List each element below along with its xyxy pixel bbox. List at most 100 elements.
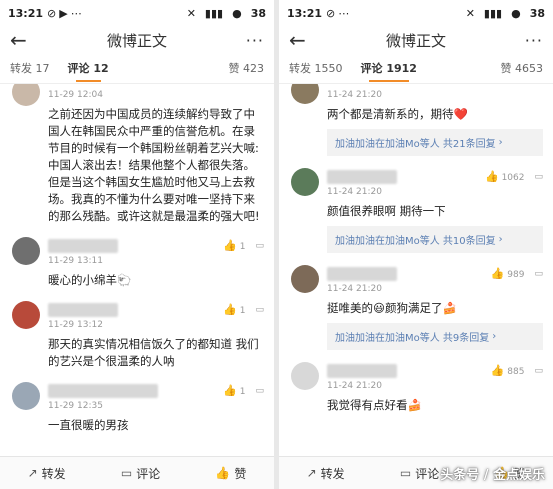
dots-icon: ⋯: [70, 6, 82, 20]
like-count: 989: [507, 270, 525, 280]
avatar[interactable]: [12, 237, 40, 265]
like-button[interactable]: 👍 1: [223, 239, 245, 252]
thumb-up-icon: 👍: [223, 384, 237, 397]
left-phone-screen: 13:21 ⊘ ▶ ⋯ ✕ ▮▮▮ ● 38 ← 微博正文 ··· 转发 17 …: [0, 0, 274, 489]
status-bar: 13:21 ⊘ ⋯ ✕ ▮▮▮ ● 38: [279, 0, 553, 26]
signal-icon: ▮▮▮: [204, 6, 224, 20]
comment-actions: 👍 1062 ▭: [485, 170, 543, 183]
repost-button[interactable]: ↗ 转发: [307, 465, 345, 482]
comment-time: 11-29 13:12: [48, 320, 103, 330]
comment-item[interactable]: 11-24 21:20 两个都是清新系的，期待❤️ 加油加油在加油Mo等人 共2…: [279, 84, 553, 162]
nav-bar: ← 微博正文 ···: [279, 26, 553, 54]
comment-item[interactable]: 11-24 21:20 👍 885 ▭ 我觉得有点好看🍰: [279, 356, 553, 420]
comment-username-blurred[interactable]: [48, 239, 118, 253]
tab-likes[interactable]: 赞 4653: [501, 54, 544, 84]
like-button[interactable]: 👍 885: [491, 364, 525, 377]
status-time: 13:21: [8, 6, 44, 20]
comment-username-blurred[interactable]: [327, 267, 397, 281]
tab-repost[interactable]: 转发 17: [10, 54, 50, 84]
comment-list: 11-29 12:04 之前还因为中国成员的连续解约导致了中国人在韩国民众中严重…: [0, 84, 274, 456]
repost-label: 转发: [320, 466, 345, 481]
reply-summary[interactable]: 加油加油在加油Mo等人 共21条回复 ›: [327, 129, 543, 156]
like-count: 1: [239, 306, 246, 316]
comment-actions: 👍 885 ▭: [491, 364, 543, 377]
like-count: 1062: [501, 173, 525, 183]
avatar[interactable]: [291, 362, 319, 390]
reply-summary-text: 加油加油在加油Mo等人 共9条回复: [335, 333, 490, 344]
comment-item[interactable]: 11-29 13:11 👍 1 ▭ 暖心的小绵羊🐑: [0, 231, 274, 295]
comment-username-blurred[interactable]: [48, 303, 118, 317]
repost-button[interactable]: ↗ 转发: [28, 465, 66, 482]
signal-icon: ▮▮▮: [483, 6, 503, 20]
chevron-right-icon: ›: [492, 331, 497, 342]
comment-item[interactable]: 11-29 13:12 👍 1 ▭ 那天的真实情况相信饭久了的都知道 我们的艺兴…: [0, 295, 274, 376]
repost-icon: ↗: [27, 466, 38, 480]
comment-actions: 👍 1 ▭: [223, 384, 264, 397]
avatar[interactable]: [12, 382, 40, 410]
comment-item[interactable]: 11-24 21:20 👍 989 ▭ 挺唯美的😃颜狗满足了🍰 加油加油在加油M…: [279, 259, 553, 356]
comment-actions: 👍 1 ▭: [223, 239, 264, 252]
reply-icon[interactable]: ▭: [534, 366, 543, 376]
like-button[interactable]: 👍 1: [223, 303, 245, 316]
avatar[interactable]: [291, 84, 319, 104]
back-arrow-icon[interactable]: ←: [289, 26, 319, 54]
comment-actions: 👍 1 ▭: [223, 303, 264, 316]
tab-comment[interactable]: 评论 12: [68, 54, 109, 84]
reply-summary-text: 加油加油在加油Mo等人 共21条回复: [335, 139, 496, 150]
comment-time: 11-29 12:35: [48, 401, 103, 411]
comment-icon: ▭: [120, 466, 133, 480]
comment-text: 一直很暖的男孩: [48, 418, 129, 432]
comment-username-blurred[interactable]: [48, 384, 158, 398]
mute-icon: ✕: [465, 6, 475, 20]
play-icon: ▶: [59, 6, 68, 20]
like-count: 1: [239, 242, 246, 252]
tab-repost[interactable]: 转发 1550: [289, 54, 343, 84]
nav-bar: ← 微博正文 ···: [0, 26, 274, 54]
chevron-right-icon: ›: [498, 234, 503, 245]
reply-icon[interactable]: ▭: [534, 269, 543, 279]
comment-username-blurred[interactable]: [327, 170, 397, 184]
reply-icon[interactable]: ▭: [255, 386, 264, 396]
like-button[interactable]: 👍 赞: [215, 465, 246, 482]
comment-button[interactable]: ▭ 评论: [400, 465, 439, 482]
status-bar: 13:21 ⊘ ▶ ⋯ ✕ ▮▮▮ ● 38: [0, 0, 274, 26]
comment-time: 11-24 21:20: [327, 284, 382, 294]
comment-label: 评论: [415, 466, 440, 481]
tab-bar: 转发 17 评论 12 赞 423: [0, 54, 274, 84]
avatar[interactable]: [291, 265, 319, 293]
comment-list: 11-24 21:20 两个都是清新系的，期待❤️ 加油加油在加油Mo等人 共2…: [279, 84, 553, 456]
comment-item[interactable]: 11-24 21:20 👍 1062 ▭ 颜值很养眼啊 期待一下 加油加油在加油…: [279, 162, 553, 259]
like-button[interactable]: 👍 989: [491, 267, 525, 280]
battery-level: 38: [529, 6, 545, 20]
comment-item[interactable]: 11-29 12:35 👍 1 ▭ 一直很暖的男孩: [0, 376, 274, 440]
alarm-icon: ●: [232, 6, 242, 20]
reply-icon[interactable]: ▭: [255, 241, 264, 251]
comment-time: 11-29 12:04: [48, 90, 103, 100]
comment-item[interactable]: 11-29 12:04 之前还因为中国成员的连续解约导致了中国人在韩国民众中严重…: [0, 84, 274, 231]
back-arrow-icon[interactable]: ←: [10, 26, 40, 54]
tab-comment[interactable]: 评论 1912: [361, 54, 417, 84]
notification-icon: ⊘: [326, 6, 336, 20]
reply-icon[interactable]: ▭: [255, 305, 264, 315]
avatar[interactable]: [291, 168, 319, 196]
comment-text: 那天的真实情况相信饭久了的都知道 我们的艺兴是个很温柔的人呐: [48, 337, 259, 368]
comment-text: 暖心的小绵羊🐑: [48, 273, 132, 287]
reply-summary[interactable]: 加油加油在加油Mo等人 共9条回复 ›: [327, 323, 543, 350]
reply-summary[interactable]: 加油加油在加油Mo等人 共10条回复 ›: [327, 226, 543, 253]
comment-time: 11-24 21:20: [327, 187, 382, 197]
comment-text: 之前还因为中国成员的连续解约导致了中国人在韩国民众中严重的信誉危机。在录节目的时…: [48, 107, 260, 223]
comment-username-blurred[interactable]: [327, 364, 397, 378]
tab-bar: 转发 1550 评论 1912 赞 4653: [279, 54, 553, 84]
like-button[interactable]: 👍 1062: [485, 170, 524, 183]
like-button[interactable]: 👍 1: [223, 384, 245, 397]
more-menu-icon[interactable]: ···: [246, 31, 264, 50]
comment-actions: 👍 989 ▭: [491, 267, 543, 280]
repost-icon: ↗: [306, 466, 317, 480]
reply-icon[interactable]: ▭: [534, 172, 543, 182]
more-menu-icon[interactable]: ···: [525, 31, 543, 50]
avatar[interactable]: [12, 84, 40, 106]
tab-likes[interactable]: 赞 423: [229, 54, 265, 84]
comment-text: 颜值很养眼啊 期待一下: [327, 204, 446, 218]
avatar[interactable]: [12, 301, 40, 329]
comment-button[interactable]: ▭ 评论: [121, 465, 160, 482]
